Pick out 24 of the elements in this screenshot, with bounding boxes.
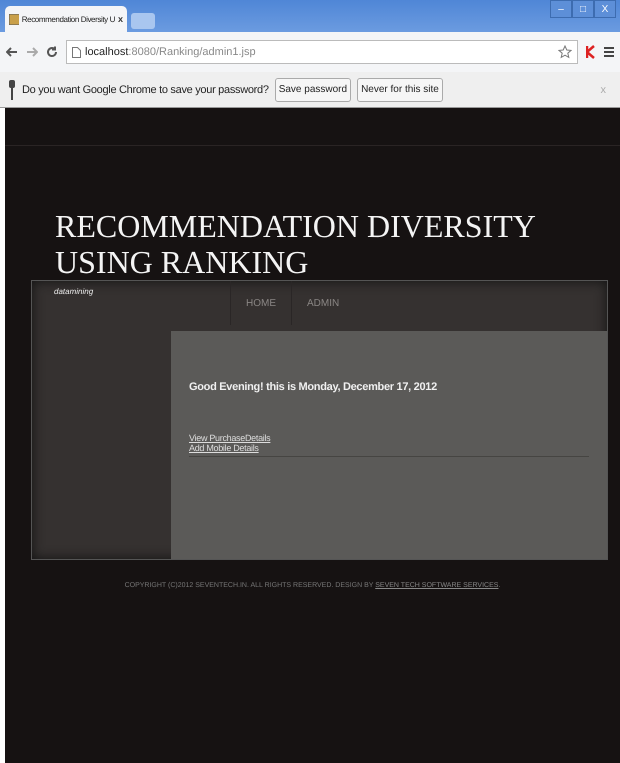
back-icon[interactable] [6, 47, 18, 57]
page-link[interactable]: Add Mobile Details [189, 443, 259, 453]
password-prompt: Do you want Google Chrome to save your password? [22, 84, 269, 96]
page-link[interactable]: View PurchaseDetails [189, 433, 270, 443]
star-icon[interactable] [558, 45, 572, 59]
browser-tab[interactable]: Recommendation Diversity U x [5, 6, 127, 32]
site-title: RECOMMENDATION DIVERSITY USING RANKING [55, 208, 535, 280]
extension-icon[interactable] [586, 45, 596, 59]
window-button[interactable]: – [550, 0, 572, 18]
nav-link[interactable]: ADMIN [291, 281, 354, 325]
reload-icon[interactable] [46, 46, 58, 58]
tab-close-button[interactable]: x [118, 14, 123, 24]
infobar-button[interactable]: Save password [274, 78, 352, 102]
window-button[interactable]: X [594, 0, 616, 18]
tab-title: Recommendation Diversity U [22, 14, 115, 24]
infobar-button[interactable]: Never for this site [357, 78, 443, 102]
menu-icon[interactable] [604, 46, 614, 58]
window-button[interactable]: □ [572, 0, 594, 18]
address-bar[interactable]: localhost:8080/Ranking/admin1.jsp [66, 40, 578, 64]
key-icon [8, 80, 16, 100]
document-icon [72, 46, 81, 58]
nav-link[interactable]: HOME [230, 281, 291, 325]
site-tagline: datamining [53, 286, 94, 298]
greeting-text: Good Evening! this is Monday, December 17, 2012 [189, 381, 438, 393]
